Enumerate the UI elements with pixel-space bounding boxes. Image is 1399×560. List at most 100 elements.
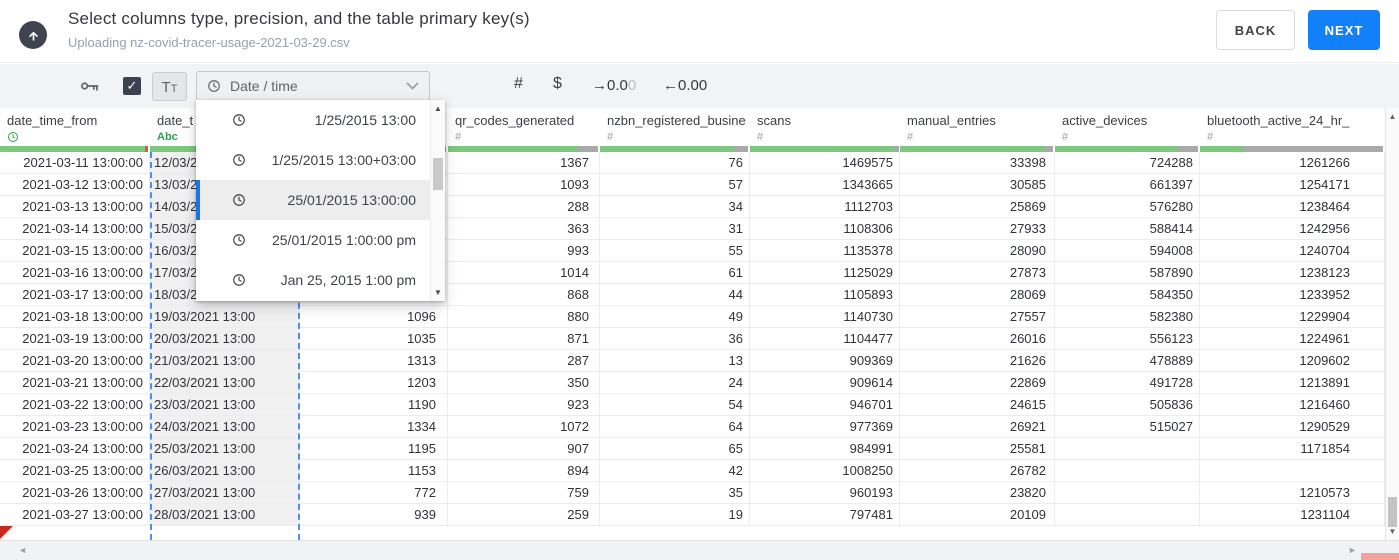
table-cell[interactable]: 1135378: [750, 240, 900, 262]
scroll-up-icon[interactable]: ▲: [1386, 112, 1399, 121]
table-cell[interactable]: 556123: [1055, 328, 1200, 350]
table-cell[interactable]: 2021-03-17 13:00:00: [0, 284, 150, 306]
table-cell[interactable]: 27933: [900, 218, 1055, 240]
table-cell[interactable]: 2021-03-21 13:00:00: [0, 372, 150, 394]
table-cell[interactable]: 2021-03-26 13:00:00: [0, 482, 150, 504]
table-cell[interactable]: 1238464: [1200, 196, 1385, 218]
table-cell[interactable]: 27557: [900, 306, 1055, 328]
table-cell[interactable]: [1055, 438, 1200, 460]
table-cell[interactable]: 350: [448, 372, 600, 394]
table-cell[interactable]: 515027: [1055, 416, 1200, 438]
table-cell[interactable]: 26016: [900, 328, 1055, 350]
table-cell[interactable]: 57: [600, 174, 750, 196]
table-cell[interactable]: 1203: [300, 372, 448, 394]
table-cell[interactable]: 54: [600, 394, 750, 416]
date-format-option[interactable]: 25/01/2015 13:00:00: [196, 180, 430, 220]
number-type-button[interactable]: #: [514, 75, 523, 93]
primary-key-icon[interactable]: [80, 78, 100, 99]
table-cell[interactable]: 1014: [448, 262, 600, 284]
table-cell[interactable]: 1112703: [750, 196, 900, 218]
table-cell[interactable]: 23820: [900, 482, 1055, 504]
table-cell[interactable]: 31: [600, 218, 750, 240]
table-cell[interactable]: 23/03/2021 13:00: [150, 394, 300, 416]
table-cell[interactable]: 960193: [750, 482, 900, 504]
table-cell[interactable]: 1104477: [750, 328, 900, 350]
table-cell[interactable]: 55: [600, 240, 750, 262]
table-cell[interactable]: 1238123: [1200, 262, 1385, 284]
table-cell[interactable]: 1140730: [750, 306, 900, 328]
table-cell[interactable]: 42: [600, 460, 750, 482]
table-cell[interactable]: 880: [448, 306, 600, 328]
table-cell[interactable]: 27/03/2021 13:00: [150, 482, 300, 504]
table-cell[interactable]: 2021-03-23 13:00:00: [0, 416, 150, 438]
menu-scrollbar[interactable]: ▲ ▼: [430, 100, 445, 301]
table-cell[interactable]: 35: [600, 482, 750, 504]
table-cell[interactable]: 25869: [900, 196, 1055, 218]
table-cell[interactable]: 1229904: [1200, 306, 1385, 328]
date-format-option[interactable]: 25/01/2015 1:00:00 pm: [196, 220, 430, 260]
table-cell[interactable]: 1233952: [1200, 284, 1385, 306]
table-cell[interactable]: 21626: [900, 350, 1055, 372]
table-cell[interactable]: 1231104: [1200, 504, 1385, 526]
table-cell[interactable]: 288: [448, 196, 600, 218]
table-cell[interactable]: 1213891: [1200, 372, 1385, 394]
text-type-button[interactable]: Tt: [152, 72, 187, 101]
table-cell[interactable]: 478889: [1055, 350, 1200, 372]
next-button[interactable]: NEXT: [1308, 10, 1380, 50]
column-type-select[interactable]: Date / time: [196, 71, 430, 101]
table-cell[interactable]: 24615: [900, 394, 1055, 416]
table-cell[interactable]: 26921: [900, 416, 1055, 438]
scroll-down-icon[interactable]: ▼: [1386, 527, 1399, 536]
table-cell[interactable]: 984991: [750, 438, 900, 460]
scroll-left-icon[interactable]: ◄: [18, 545, 27, 555]
table-cell[interactable]: 1313: [300, 350, 448, 372]
table-cell[interactable]: 584350: [1055, 284, 1200, 306]
table-cell[interactable]: 27873: [900, 262, 1055, 284]
table-cell[interactable]: 21/03/2021 13:00: [150, 350, 300, 372]
currency-type-button[interactable]: $: [553, 75, 562, 93]
table-cell[interactable]: 909614: [750, 372, 900, 394]
table-cell[interactable]: 576280: [1055, 196, 1200, 218]
table-cell[interactable]: 491728: [1055, 372, 1200, 394]
menu-scroll-down-icon[interactable]: ▼: [431, 288, 445, 297]
table-cell[interactable]: 759: [448, 482, 600, 504]
table-cell[interactable]: 1334: [300, 416, 448, 438]
table-cell[interactable]: 1153: [300, 460, 448, 482]
table-cell[interactable]: 26/03/2021 13:00: [150, 460, 300, 482]
increase-decimal-button[interactable]: →0.00: [592, 77, 636, 94]
vertical-scroll-thumb[interactable]: [1388, 497, 1397, 527]
table-cell[interactable]: 13: [600, 350, 750, 372]
table-cell[interactable]: 20109: [900, 504, 1055, 526]
table-cell[interactable]: 909369: [750, 350, 900, 372]
table-cell[interactable]: 1290529: [1200, 416, 1385, 438]
column-header[interactable]: date_time_from: [0, 108, 150, 146]
table-cell[interactable]: 1096: [300, 306, 448, 328]
vertical-scrollbar[interactable]: ▲ ▼: [1385, 108, 1399, 540]
horizontal-scrollbar[interactable]: ◄ ►: [0, 540, 1399, 560]
table-cell[interactable]: 1261266: [1200, 152, 1385, 174]
table-cell[interactable]: 44: [600, 284, 750, 306]
table-cell[interactable]: [1055, 460, 1200, 482]
table-cell[interactable]: 2021-03-24 13:00:00: [0, 438, 150, 460]
table-cell[interactable]: 1224961: [1200, 328, 1385, 350]
table-cell[interactable]: 1240704: [1200, 240, 1385, 262]
date-format-option[interactable]: Jan 25, 2015 1:00 pm: [196, 260, 430, 300]
table-cell[interactable]: 1210573: [1200, 482, 1385, 504]
table-cell[interactable]: 1343665: [750, 174, 900, 196]
table-cell[interactable]: 2021-03-16 13:00:00: [0, 262, 150, 284]
column-header[interactable]: nzbn_registered_busine #: [600, 108, 750, 146]
table-cell[interactable]: 797481: [750, 504, 900, 526]
table-cell[interactable]: 363: [448, 218, 600, 240]
column-header[interactable]: bluetooth_active_24_hr_ #: [1200, 108, 1385, 146]
table-cell[interactable]: 64: [600, 416, 750, 438]
table-cell[interactable]: 33398: [900, 152, 1055, 174]
column-header[interactable]: manual_entries #: [900, 108, 1055, 146]
table-cell[interactable]: 1469575: [750, 152, 900, 174]
table-cell[interactable]: 1072: [448, 416, 600, 438]
table-cell[interactable]: 2021-03-12 13:00:00: [0, 174, 150, 196]
table-cell[interactable]: 20/03/2021 13:00: [150, 328, 300, 350]
table-cell[interactable]: 1093: [448, 174, 600, 196]
table-cell[interactable]: 923: [448, 394, 600, 416]
table-cell[interactable]: 1195: [300, 438, 448, 460]
table-cell[interactable]: 2021-03-20 13:00:00: [0, 350, 150, 372]
